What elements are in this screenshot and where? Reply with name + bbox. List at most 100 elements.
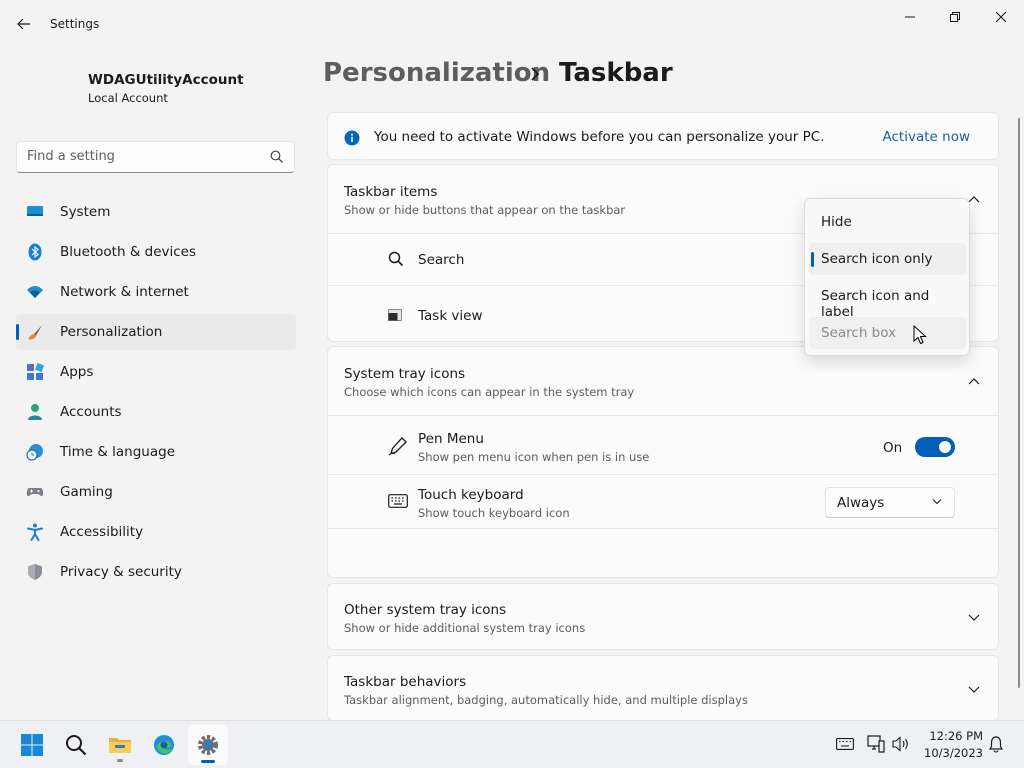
touch-keyboard-subtitle: Show touch keyboard icon xyxy=(418,506,570,520)
globe-clock-icon xyxy=(26,444,43,461)
folder-icon xyxy=(109,738,131,753)
close-icon xyxy=(996,12,1006,22)
sidebar-item-time-language[interactable]: Time & language xyxy=(16,434,296,470)
option-label: Search icon only xyxy=(821,251,933,267)
search-input[interactable] xyxy=(27,149,257,164)
chevron-down-icon xyxy=(968,686,980,693)
sidebar-item-privacy[interactable]: Privacy & security xyxy=(16,554,296,590)
option-hide[interactable]: Hide xyxy=(809,206,966,238)
activate-now-link[interactable]: Activate now xyxy=(883,129,970,145)
sidebar-item-label: Bluetooth & devices xyxy=(60,244,197,260)
volume-icon[interactable] xyxy=(892,736,910,752)
touch-keyboard-title: Touch keyboard xyxy=(418,487,524,503)
touch-keyboard-row: Touch keyboard Show touch keyboard icon … xyxy=(328,474,998,528)
sidebar-item-label: Accounts xyxy=(60,404,122,420)
wifi-icon xyxy=(27,286,43,298)
info-icon xyxy=(344,130,360,146)
breadcrumb-parent[interactable]: Personalization xyxy=(323,58,550,88)
section-title: Taskbar behaviors xyxy=(344,674,467,690)
sidebar-item-network[interactable]: Network & internet xyxy=(16,274,296,310)
account-name: WDAGUtilityAccount xyxy=(88,72,244,88)
keyboard-icon xyxy=(388,494,408,508)
section-subtitle: Show or hide additional system tray icon… xyxy=(344,621,586,635)
edge-icon xyxy=(154,735,174,755)
sidebar-item-label: Accessibility xyxy=(60,524,144,540)
sidebar-item-system[interactable]: System xyxy=(16,194,296,230)
brush-icon xyxy=(28,325,42,340)
restore-button[interactable] xyxy=(932,4,978,30)
sidebar-item-label: Network & internet xyxy=(60,284,189,300)
windows-logo-icon xyxy=(21,734,43,756)
sidebar-item-accessibility[interactable]: Accessibility xyxy=(16,514,296,550)
bell-icon[interactable] xyxy=(989,736,1003,753)
settings-app-button[interactable] xyxy=(188,725,228,765)
network-icon[interactable] xyxy=(867,735,885,753)
scrollbar[interactable] xyxy=(1018,118,1020,688)
option-search-icon-and-label[interactable]: Search icon and label xyxy=(809,280,966,320)
shield-icon xyxy=(28,564,42,580)
chevron-right-icon xyxy=(531,67,540,81)
sidebar-item-label: System xyxy=(60,204,111,220)
running-indicator xyxy=(117,759,123,762)
pen-menu-row: Pen Menu Show pen menu icon when pen is … xyxy=(328,415,998,474)
file-explorer-button[interactable] xyxy=(100,725,140,765)
sidebar-item-personalization[interactable]: Personalization xyxy=(16,314,296,350)
search-icon xyxy=(66,735,87,756)
chevron-up-icon[interactable] xyxy=(968,195,980,203)
edge-button[interactable] xyxy=(144,725,184,765)
chevron-down-icon xyxy=(932,499,942,505)
option-label: Hide xyxy=(821,214,852,230)
windows-taskbar: 12:26 PM 10/3/2023 xyxy=(0,720,1024,768)
back-button[interactable] xyxy=(10,10,38,38)
touch-keyboard-select[interactable]: Always xyxy=(825,487,955,518)
pen-icon xyxy=(388,437,407,456)
select-value: Always xyxy=(837,495,885,511)
section-subtitle: Taskbar alignment, badging, automaticall… xyxy=(344,693,748,707)
pen-menu-toggle-state: On xyxy=(883,440,903,456)
option-label: Search icon and label xyxy=(821,288,930,320)
clock-time[interactable]: 12:26 PM xyxy=(929,729,983,743)
chevron-down-icon xyxy=(968,614,980,621)
task-view-row-label: Task view xyxy=(418,308,483,324)
close-button[interactable] xyxy=(978,4,1024,30)
sidebar-item-gaming[interactable]: Gaming xyxy=(16,474,296,510)
task-view-icon xyxy=(388,309,402,321)
back-arrow-icon xyxy=(17,18,30,30)
apps-icon xyxy=(27,363,44,380)
controller-icon xyxy=(26,488,44,496)
sidebar-item-label: Time & language xyxy=(60,444,176,460)
taskbar-search-button[interactable] xyxy=(56,725,96,765)
pen-menu-toggle[interactable] xyxy=(915,437,955,457)
accessibility-icon xyxy=(27,523,43,541)
sidebar-item-label: Personalization xyxy=(60,324,163,340)
sidebar-item-bluetooth[interactable]: Bluetooth & devices xyxy=(16,234,296,270)
section-title[interactable]: Taskbar items xyxy=(344,184,437,200)
activation-message: You need to activate Windows before you … xyxy=(374,129,825,145)
sidebar-item-apps[interactable]: Apps xyxy=(16,354,296,390)
taskbar-behaviors-section[interactable]: Taskbar behaviors Taskbar alignment, bad… xyxy=(327,655,999,721)
sidebar-item-accounts[interactable]: Accounts xyxy=(16,394,296,430)
option-search-icon-only[interactable]: Search icon only xyxy=(809,243,966,275)
other-tray-section[interactable]: Other system tray icons Show or hide add… xyxy=(327,583,999,650)
account-type: Local Account xyxy=(88,91,168,105)
start-button[interactable] xyxy=(12,725,52,765)
search-box[interactable] xyxy=(16,141,295,173)
sidebar-item-label: Privacy & security xyxy=(60,564,182,580)
minimize-button[interactable] xyxy=(887,4,933,30)
chevron-up-icon[interactable] xyxy=(968,377,980,385)
keyboard-icon[interactable] xyxy=(836,738,854,750)
system-icon xyxy=(27,206,43,216)
title-bar: Settings xyxy=(0,0,1024,48)
section-title[interactable]: System tray icons xyxy=(344,366,465,382)
empty-row xyxy=(328,528,998,577)
sidebar-item-label: Apps xyxy=(60,364,94,380)
section-title: Other system tray icons xyxy=(344,602,507,618)
option-search-box[interactable]: Search box xyxy=(809,317,966,349)
app-title: Settings xyxy=(50,17,100,31)
sidebar-item-label: Gaming xyxy=(60,484,113,500)
sidebar-nav: System Bluetooth & devices Network & int… xyxy=(16,194,296,594)
restore-icon xyxy=(950,12,960,22)
pen-menu-title: Pen Menu xyxy=(418,431,484,447)
clock-date[interactable]: 10/3/2023 xyxy=(921,746,983,760)
search-icon xyxy=(388,251,404,267)
